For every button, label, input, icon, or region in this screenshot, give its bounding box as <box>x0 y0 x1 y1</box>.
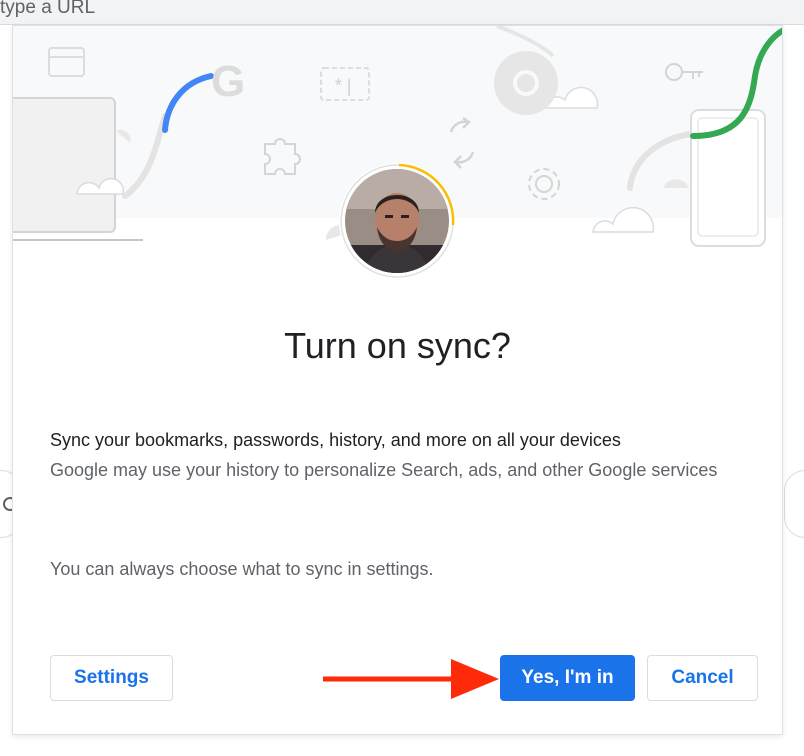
omnibox[interactable]: type a URL <box>0 0 804 25</box>
password-icon: *| <box>320 67 370 101</box>
avatar <box>345 169 449 273</box>
credit-card-icon <box>48 47 85 77</box>
yes-im-in-button[interactable]: Yes, I'm in <box>500 655 635 701</box>
sync-description: Sync your bookmarks, passwords, history,… <box>50 430 621 450</box>
key-icon <box>665 63 703 81</box>
cloud-icon <box>592 206 655 233</box>
svg-text:*|: *| <box>333 78 355 98</box>
sync-icon <box>449 116 475 169</box>
personalization-notice: Google may use your history to personali… <box>50 460 718 480</box>
settings-note: You can always choose what to sync in se… <box>50 559 434 579</box>
laptop-icon <box>13 97 143 241</box>
settings-button[interactable]: Settings <box>50 655 173 701</box>
puzzle-icon <box>264 138 301 175</box>
chrome-icon <box>494 51 558 115</box>
dialog-title: Turn on sync? <box>284 325 511 366</box>
cancel-button[interactable]: Cancel <box>647 655 758 701</box>
ntp-search-box-edge <box>784 470 804 538</box>
omnibox-placeholder: type a URL <box>0 0 96 18</box>
gear-icon <box>528 168 560 200</box>
arrow-icon <box>323 659 499 699</box>
google-g-icon: G <box>211 57 245 106</box>
blue-sync-line <box>162 73 214 133</box>
sync-dialog: G *| Turn on sync? Sync your bookmarks, … <box>13 26 782 734</box>
